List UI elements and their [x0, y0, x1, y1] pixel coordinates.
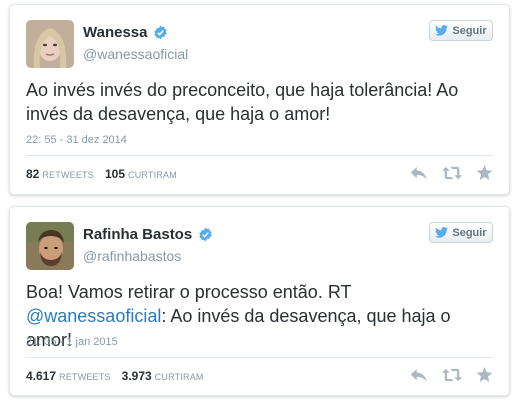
name-row: Wanessa [83, 24, 168, 41]
tweet-card-rafinha: Rafinha Bastos @rafinhabastos Seguir Boa… [9, 206, 510, 396]
like-count[interactable]: 105 [105, 167, 125, 181]
retweet-icon[interactable] [442, 367, 462, 383]
tweet-stats: 4.617 RETWEETS 3.973 CURTIRAM [26, 369, 212, 383]
verified-badge-icon [199, 227, 212, 242]
tweet-actions [410, 367, 493, 383]
retweet-label: RETWEETS [59, 372, 111, 382]
divider [26, 357, 493, 358]
tweet-text: Ao invés invés do preconceito, que haja … [26, 80, 459, 124]
screen-name[interactable]: @wanessaoficial [83, 46, 188, 62]
tweet-text-prefix: Boa! Vamos retirar o processo então. RT [26, 282, 352, 302]
twitter-bird-icon [435, 227, 449, 238]
name-row: Rafinha Bastos [83, 226, 213, 243]
avatar-photo [26, 222, 74, 270]
avatar[interactable] [26, 20, 74, 68]
mention-link[interactable]: @wanessaoficial [26, 306, 161, 326]
follow-button[interactable]: Seguir [429, 222, 493, 243]
follow-label: Seguir [452, 226, 487, 239]
retweet-count[interactable]: 4.617 [26, 369, 56, 383]
divider [26, 155, 493, 156]
like-label: CURTIRAM [154, 372, 204, 382]
tweet-actions [410, 165, 493, 181]
reply-icon[interactable] [410, 367, 428, 383]
display-name[interactable]: Rafinha Bastos [83, 226, 192, 243]
retweet-count[interactable]: 82 [26, 167, 39, 181]
screen-name[interactable]: @rafinhabastos [83, 248, 181, 264]
twitter-bird-icon [435, 25, 449, 36]
tweet-card-wanessa: Wanessa @wanessaoficial Seguir Ao invés … [9, 4, 510, 195]
verified-badge-icon [154, 25, 168, 40]
timestamp[interactable]: 22: 55 - 31 dez 2014 [26, 134, 127, 146]
favorite-star-icon[interactable] [476, 165, 493, 181]
avatar-photo [26, 20, 74, 68]
follow-label: Seguir [452, 24, 487, 37]
like-label: CURTIRAM [128, 170, 177, 180]
follow-button[interactable]: Seguir [429, 20, 493, 41]
favorite-star-icon[interactable] [476, 367, 493, 383]
retweet-label: RETWEETS [42, 170, 94, 180]
timestamp[interactable]: 21: 35 - 1 jan 2015 [26, 336, 118, 348]
display-name[interactable]: Wanessa [83, 24, 147, 41]
reply-icon[interactable] [410, 165, 428, 181]
retweet-icon[interactable] [442, 165, 462, 181]
avatar[interactable] [26, 222, 74, 270]
tweet-stats: 82 RETWEETS 105 CURTIRAM [26, 167, 185, 181]
like-count[interactable]: 3.973 [122, 369, 152, 383]
